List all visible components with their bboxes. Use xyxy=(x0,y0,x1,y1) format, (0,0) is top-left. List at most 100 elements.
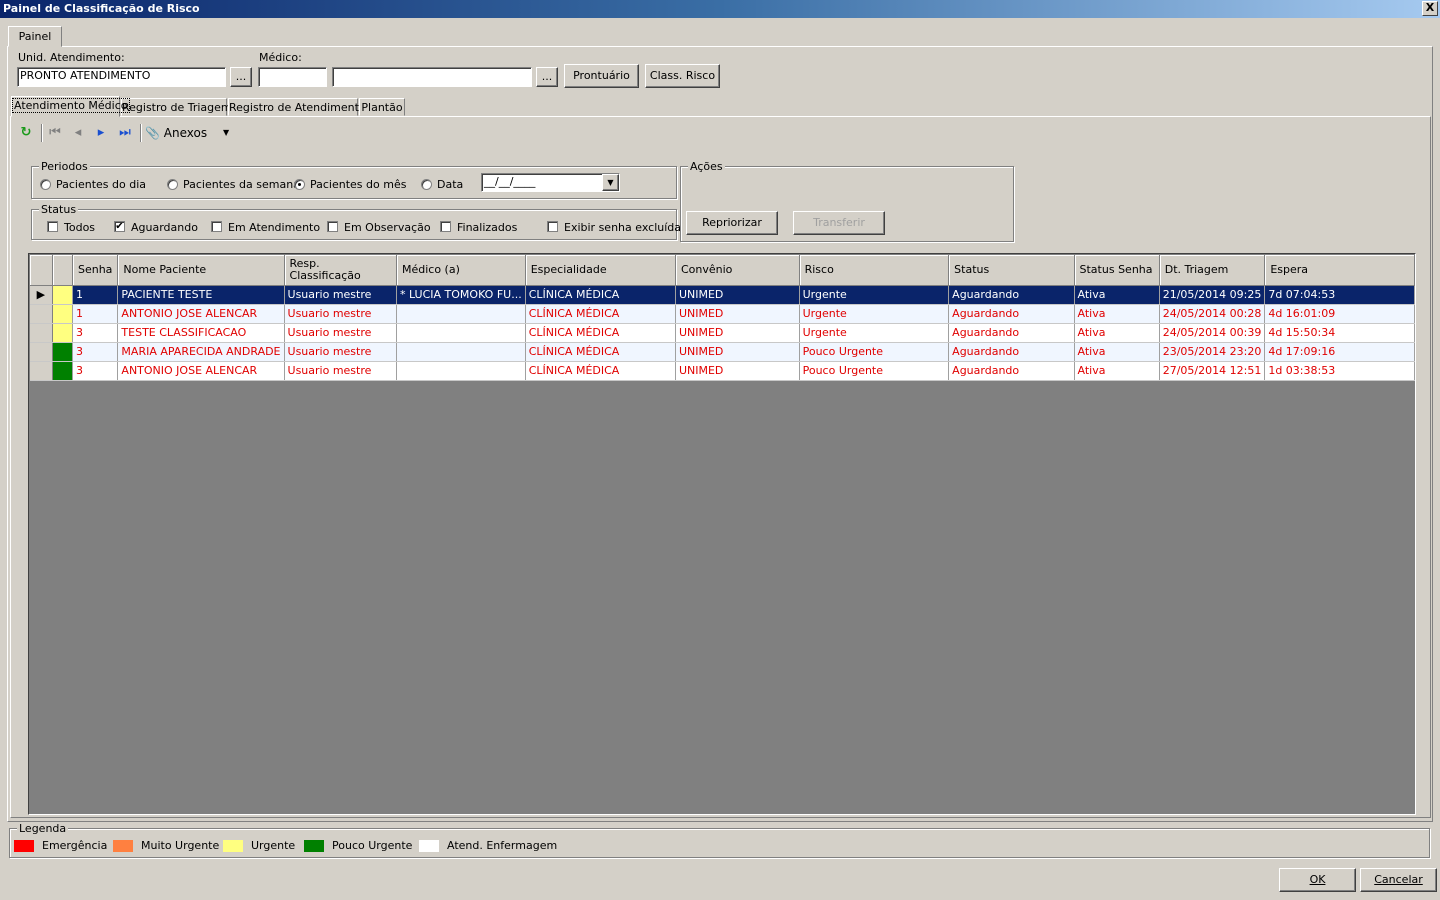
column-header-resp-classificacao[interactable]: Resp. Classificação xyxy=(284,255,397,286)
patients-grid[interactable]: Senha Nome Paciente Resp. Classificação … xyxy=(28,253,1416,815)
cell-espera[interactable]: 1d 03:38:53 xyxy=(1264,361,1415,381)
cell-status-senha[interactable]: Ativa xyxy=(1074,342,1160,362)
cell-espera[interactable]: 4d 16:01:09 xyxy=(1264,304,1415,324)
cell-medico[interactable] xyxy=(396,361,526,381)
cell-risco[interactable]: Pouco Urgente xyxy=(799,361,950,381)
column-header-medico[interactable]: Médico (a) xyxy=(396,255,526,286)
tab-atendimento-medico[interactable]: Atendimento Médico xyxy=(11,96,130,117)
cell-dt-triagem[interactable]: 24/05/2014 00:28 xyxy=(1159,304,1266,324)
column-header-especialidade[interactable]: Especialidade xyxy=(525,255,676,286)
cell-medico[interactable] xyxy=(396,342,526,362)
cell-especialidade[interactable]: CLÍNICA MÉDICA xyxy=(525,342,676,362)
tab-painel[interactable]: Painel xyxy=(8,26,62,47)
cell-status[interactable]: Aguardando xyxy=(948,342,1075,362)
column-header-senha[interactable]: Senha xyxy=(72,255,119,286)
tab-registro-triagem[interactable]: Registro de Triagem xyxy=(121,98,232,116)
refresh-icon[interactable]: ↻ xyxy=(18,125,34,141)
cell-espera[interactable]: 4d 17:09:16 xyxy=(1264,342,1415,362)
cell-status-senha[interactable]: Ativa xyxy=(1074,361,1160,381)
medico-code-input[interactable] xyxy=(258,67,327,87)
date-dropdown-icon[interactable]: ▼ xyxy=(602,174,619,191)
cell-dt-triagem[interactable]: 23/05/2014 23:20 xyxy=(1159,342,1266,362)
first-record-icon[interactable]: ⏮ xyxy=(47,125,63,141)
cell-risco[interactable]: Urgente xyxy=(799,285,950,305)
cell-convenio[interactable]: UNIMED xyxy=(675,342,800,362)
radio-pacientes-semana[interactable] xyxy=(167,179,178,190)
column-header-dt-triagem[interactable]: Dt. Triagem xyxy=(1159,255,1266,286)
cell-senha[interactable]: 3 xyxy=(72,342,119,362)
cell-especialidade[interactable]: CLÍNICA MÉDICA xyxy=(525,361,676,381)
cell-dt-triagem[interactable]: 21/05/2014 09:25 xyxy=(1159,285,1266,305)
cell-convenio[interactable]: UNIMED xyxy=(675,323,800,343)
radio-pacientes-dia[interactable] xyxy=(40,179,51,190)
column-header-status[interactable]: Status xyxy=(948,255,1075,286)
cell-status[interactable]: Aguardando xyxy=(948,285,1075,305)
unid-browse-button[interactable]: ... xyxy=(230,67,252,87)
close-window-button[interactable]: X xyxy=(1422,1,1438,16)
cell-nome[interactable]: ANTONIO JOSE ALENCAR xyxy=(117,361,285,381)
class-risco-button[interactable]: Class. Risco xyxy=(645,64,720,88)
last-record-icon[interactable]: ⏭ xyxy=(117,125,133,141)
cancelar-button[interactable]: Cancelar xyxy=(1360,868,1437,892)
cell-convenio[interactable]: UNIMED xyxy=(675,285,800,305)
checkbox-aguardando[interactable]: ✔ xyxy=(114,221,125,232)
cell-senha[interactable]: 3 xyxy=(72,361,119,381)
column-header-nome-paciente[interactable]: Nome Paciente xyxy=(117,255,285,286)
cell-resp[interactable]: Usuario mestre xyxy=(284,342,397,362)
cell-nome[interactable]: ANTONIO JOSE ALENCAR xyxy=(117,304,285,324)
cell-medico[interactable] xyxy=(396,304,526,324)
column-header-status-senha[interactable]: Status Senha xyxy=(1074,255,1160,286)
transferir-button[interactable]: Transferir xyxy=(793,211,885,235)
cell-status[interactable]: Aguardando xyxy=(948,323,1075,343)
medico-name-input[interactable] xyxy=(332,67,532,87)
checkbox-todos[interactable] xyxy=(47,221,58,232)
cell-resp[interactable]: Usuario mestre xyxy=(284,323,397,343)
cell-espera[interactable]: 7d 07:04:53 xyxy=(1264,285,1415,305)
cell-especialidade[interactable]: CLÍNICA MÉDICA xyxy=(525,304,676,324)
cell-status-senha[interactable]: Ativa xyxy=(1074,285,1160,305)
prontuario-button[interactable]: Prontuário xyxy=(564,64,639,88)
checkbox-em-observacao[interactable] xyxy=(327,221,338,232)
cell-risco[interactable]: Urgente xyxy=(799,304,950,324)
unid-atendimento-input[interactable]: PRONTO ATENDIMENTO xyxy=(17,67,226,87)
cell-senha[interactable]: 1 xyxy=(72,285,119,305)
cell-status[interactable]: Aguardando xyxy=(948,304,1075,324)
checkbox-finalizados[interactable] xyxy=(440,221,451,232)
cell-nome[interactable]: TESTE CLASSIFICACAO xyxy=(117,323,285,343)
column-header-risco[interactable]: Risco xyxy=(799,255,950,286)
checkbox-exibir-senha-excluida[interactable] xyxy=(547,221,558,232)
cell-especialidade[interactable]: CLÍNICA MÉDICA xyxy=(525,323,676,343)
cell-senha[interactable]: 1 xyxy=(72,304,119,324)
checkbox-em-atendimento[interactable] xyxy=(211,221,222,232)
tab-plantao[interactable]: Plantão xyxy=(359,98,405,116)
medico-browse-button[interactable]: ... xyxy=(536,67,558,87)
cell-dt-triagem[interactable]: 27/05/2014 12:51 xyxy=(1159,361,1266,381)
cell-resp[interactable]: Usuario mestre xyxy=(284,304,397,324)
cell-convenio[interactable]: UNIMED xyxy=(675,304,800,324)
cell-status-senha[interactable]: Ativa xyxy=(1074,304,1160,324)
cell-especialidade[interactable]: CLÍNICA MÉDICA xyxy=(525,285,676,305)
table-row[interactable]: 1 ANTONIO JOSE ALENCAR Usuario mestre CL… xyxy=(30,304,1415,324)
column-header-convenio[interactable]: Convênio xyxy=(675,255,800,286)
previous-record-icon[interactable]: ◂ xyxy=(70,125,86,141)
tab-registro-atendimento[interactable]: Registro de Atendimento xyxy=(228,98,366,116)
column-header-espera[interactable]: Espera xyxy=(1264,255,1415,286)
cell-risco[interactable]: Pouco Urgente xyxy=(799,342,950,362)
cell-status-senha[interactable]: Ativa xyxy=(1074,323,1160,343)
cell-senha[interactable]: 3 xyxy=(72,323,119,343)
table-row[interactable]: 3 MARIA APARECIDA ANDRADE Usuario mestre… xyxy=(30,342,1415,362)
cell-status[interactable]: Aguardando xyxy=(948,361,1075,381)
cell-espera[interactable]: 4d 15:50:34 xyxy=(1264,323,1415,343)
cell-medico[interactable] xyxy=(396,323,526,343)
cell-convenio[interactable]: UNIMED xyxy=(675,361,800,381)
anexos-button[interactable]: 📎 Anexos xyxy=(145,125,207,141)
radio-pacientes-mes[interactable] xyxy=(294,179,305,190)
ok-button[interactable]: OK xyxy=(1279,868,1356,892)
cell-resp[interactable]: Usuario mestre xyxy=(284,285,397,305)
next-record-icon[interactable]: ▸ xyxy=(93,125,109,141)
cell-nome[interactable]: PACIENTE TESTE xyxy=(117,285,285,305)
date-input[interactable]: __/__/____ xyxy=(481,173,620,192)
table-row[interactable]: ▶ 1 PACIENTE TESTE Usuario mestre * LUCI… xyxy=(30,285,1415,305)
cell-risco[interactable]: Urgente xyxy=(799,323,950,343)
cell-nome[interactable]: MARIA APARECIDA ANDRADE xyxy=(117,342,285,362)
